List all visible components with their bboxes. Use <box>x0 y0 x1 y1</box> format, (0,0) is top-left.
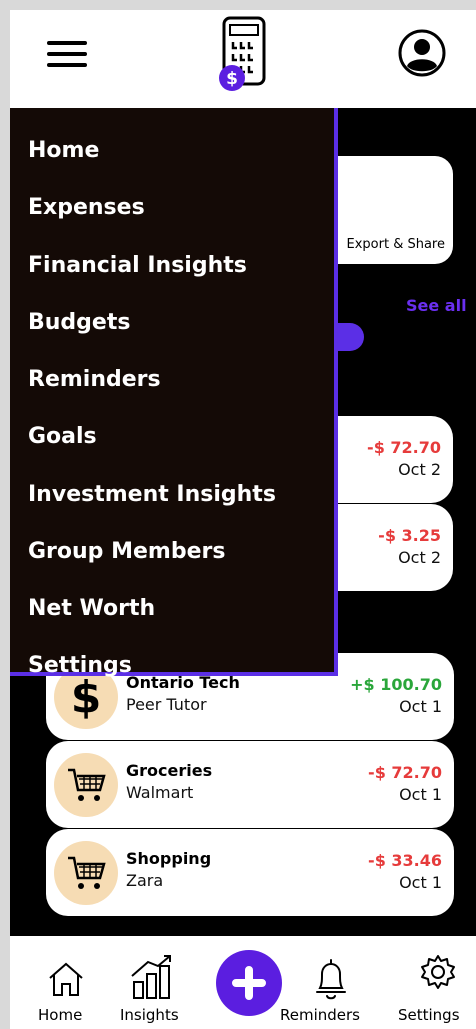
transaction-subtitle: Zara <box>126 871 164 890</box>
transaction-subtitle: Walmart <box>126 783 194 802</box>
shopping-cart-icon <box>54 753 118 817</box>
nav-settings-label: Settings <box>398 1006 460 1024</box>
bar-chart-icon <box>131 955 171 999</box>
nav-reminders-label: Reminders <box>280 1006 360 1024</box>
gear-icon <box>421 955 455 989</box>
transaction-date: Oct 2 <box>398 460 441 479</box>
nav-settings[interactable]: Settings <box>394 936 476 1029</box>
nav-insights[interactable]: Insights <box>114 936 194 1029</box>
transaction-amount: -$ 72.70 <box>368 763 442 782</box>
home-icon <box>49 962 83 996</box>
nav-home-label: Home <box>38 1006 83 1024</box>
drawer-item-group-members[interactable]: Group Members <box>28 539 225 564</box>
drawer-item-reminders[interactable]: Reminders <box>28 367 161 392</box>
drawer-item-goals[interactable]: Goals <box>28 424 97 449</box>
app-frame: $ Export & Share See all -$ 72.70 Oct 2 … <box>10 10 476 1029</box>
user-account-icon[interactable] <box>398 29 446 77</box>
add-button[interactable] <box>216 950 282 1016</box>
nav-insights-label: Insights <box>120 1006 179 1024</box>
see-all-link[interactable]: See all <box>406 296 467 315</box>
transaction-title: Groceries <box>126 761 213 780</box>
transaction-amount: -$ 3.25 <box>378 526 441 545</box>
transaction-card[interactable]: Shopping Zara -$ 33.46 Oct 1 <box>46 829 454 916</box>
top-bar: $ <box>10 10 476 108</box>
drawer-item-home[interactable]: Home <box>28 138 99 163</box>
export-share-label: Export & Share <box>346 237 445 252</box>
drawer-item-budgets[interactable]: Budgets <box>28 310 130 335</box>
plus-icon <box>232 966 266 1000</box>
drawer-item-financial-insights[interactable]: Financial Insights <box>28 253 247 278</box>
transaction-subtitle: Peer Tutor <box>126 695 207 714</box>
bell-icon <box>316 959 346 1000</box>
nav-home[interactable]: Home <box>32 936 102 1029</box>
shopping-cart-icon <box>54 841 118 905</box>
transaction-date: Oct 1 <box>399 873 442 892</box>
transaction-date: Oct 1 <box>399 785 442 804</box>
drawer-item-net-worth[interactable]: Net Worth <box>28 596 155 621</box>
transaction-date: Oct 1 <box>399 697 442 716</box>
drawer-item-expenses[interactable]: Expenses <box>28 195 145 220</box>
transaction-amount: +$ 100.70 <box>350 675 442 694</box>
calculator-dollar-logo[interactable]: $ <box>218 16 270 92</box>
logo-badge: $ <box>226 69 238 89</box>
bottom-navigation: Home Insights Reminders Settings <box>10 936 476 1029</box>
transaction-date: Oct 2 <box>398 548 441 567</box>
transaction-amount: -$ 72.70 <box>367 438 441 457</box>
drawer-item-settings[interactable]: Settings <box>28 653 132 678</box>
transaction-title: Shopping <box>126 849 212 868</box>
navigation-drawer: Home Expenses Financial Insights Budgets… <box>10 108 338 678</box>
nav-reminders[interactable]: Reminders <box>278 936 382 1029</box>
transaction-card[interactable]: Groceries Walmart -$ 72.70 Oct 1 <box>46 741 454 828</box>
transaction-amount: -$ 33.46 <box>368 851 442 870</box>
drawer-item-investment-insights[interactable]: Investment Insights <box>28 482 276 507</box>
hamburger-menu-icon[interactable] <box>47 41 87 71</box>
